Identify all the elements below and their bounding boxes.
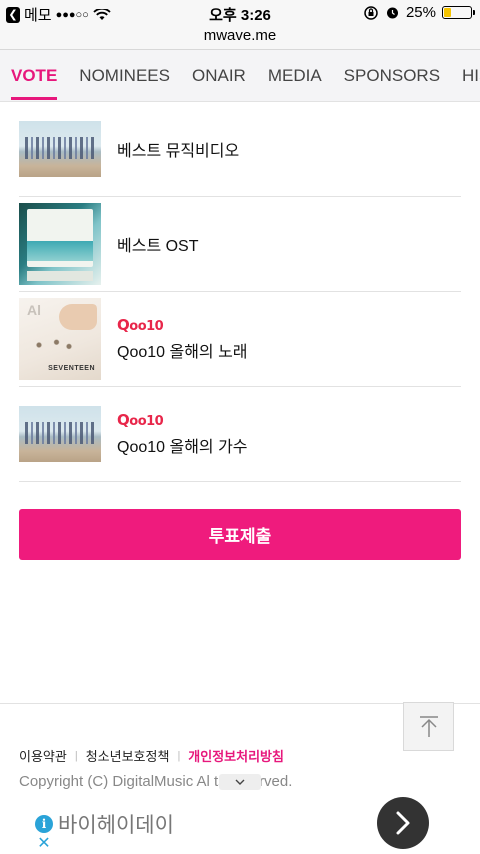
battery-fill xyxy=(444,8,451,17)
battery-percent: 25% xyxy=(405,4,436,21)
vote-item-label: 베스트 뮤직비디오 xyxy=(117,143,240,160)
rotation-lock-icon xyxy=(364,5,378,20)
scroll-to-top-button[interactable] xyxy=(403,702,454,751)
close-icon[interactable]: ✕ xyxy=(36,836,52,852)
status-right: 25% xyxy=(363,4,475,21)
arrow-up-icon xyxy=(419,715,438,737)
album-cover-text: Al xyxy=(27,302,41,318)
status-bar: ❮ 메모 ●●●○○ 오후 3:26 25% xyxy=(0,0,480,26)
vote-item-label: 베스트 OST xyxy=(117,238,199,255)
chevron-down-icon xyxy=(235,779,245,785)
tab-vote[interactable]: VOTE xyxy=(0,50,68,101)
qoo10-logo: Qoo10 xyxy=(117,316,164,334)
youth-policy-link[interactable]: 청소년보호정책 xyxy=(86,746,170,765)
ost-album-cover xyxy=(19,203,101,285)
nav-tabs: VOTE NOMINEES ONAIR MEDIA SPONSORS HISTO xyxy=(0,50,480,102)
ad-go-button[interactable] xyxy=(377,797,429,849)
footer-separator: | xyxy=(74,749,78,762)
url-bar[interactable]: mwave.me xyxy=(0,26,480,50)
group-beach-photo xyxy=(19,121,101,177)
tab-history[interactable]: HISTO xyxy=(451,50,480,101)
battery-icon xyxy=(442,6,475,19)
vote-item-label: Qoo10 올해의 가수 xyxy=(117,439,248,456)
alarm-icon xyxy=(386,7,398,19)
vote-item-qoo10-artist[interactable]: Qoo10 Qoo10 올해의 가수 xyxy=(19,387,461,482)
vote-item-best-mv[interactable]: 베스트 뮤직비디오 xyxy=(19,102,461,197)
terms-link[interactable]: 이용약관 xyxy=(19,746,67,765)
vote-item-label: Qoo10 올해의 노래 xyxy=(117,344,248,361)
tab-onair[interactable]: ONAIR xyxy=(181,50,257,101)
footer-links: 이용약관 | 청소년보호정책 | 개인정보처리방침 xyxy=(19,746,284,765)
tab-media[interactable]: MEDIA xyxy=(257,50,333,101)
seventeen-album-cover: Al SEVENTEEN xyxy=(19,298,101,380)
footer-separator: | xyxy=(177,749,181,762)
info-icon[interactable]: i xyxy=(35,815,53,833)
privacy-policy-link[interactable]: 개인정보처리방침 xyxy=(188,746,284,765)
ad-expand-chip[interactable] xyxy=(219,774,261,790)
vote-item-qoo10-song[interactable]: Al SEVENTEEN Qoo10 Qoo10 올해의 노래 xyxy=(19,292,461,387)
qoo10-logo: Qoo10 xyxy=(117,411,164,429)
tab-sponsors[interactable]: SPONSORS xyxy=(333,50,451,101)
submit-vote-button[interactable]: 투표제출 xyxy=(19,509,461,560)
tab-nominees[interactable]: NOMINEES xyxy=(68,50,181,101)
chevron-right-icon xyxy=(396,811,410,835)
ad-title[interactable]: 바이헤이데이 xyxy=(58,809,174,839)
album-cover-brand: SEVENTEEN xyxy=(48,365,95,372)
vote-category-list: 베스트 뮤직비디오 베스트 OST Al SEVENTEEN Qoo10 Qoo… xyxy=(19,102,461,482)
group-beach-photo xyxy=(19,406,101,462)
vote-item-best-ost[interactable]: 베스트 OST xyxy=(19,197,461,292)
